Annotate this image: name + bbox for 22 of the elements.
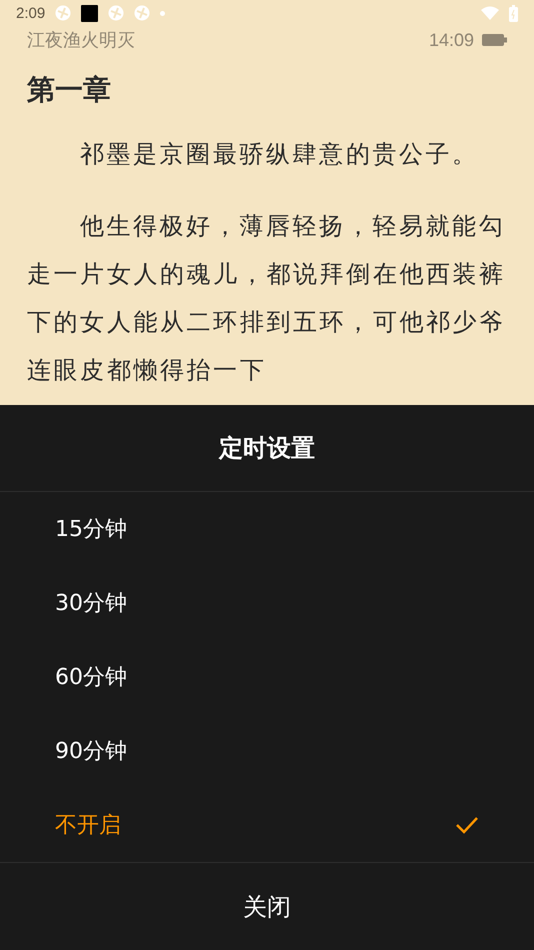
- timer-option[interactable]: 不开启: [0, 788, 534, 862]
- reader-clock: 14:09: [428, 30, 474, 50]
- timer-option[interactable]: 60分钟: [0, 640, 534, 714]
- book-title: 江夜渔火明灭: [27, 29, 136, 52]
- paragraph: 祁墨是京圈最骄纵肆意的贵公子。: [78, 139, 480, 170]
- status-time: 2:09: [16, 4, 46, 22]
- dot-icon: [160, 10, 166, 16]
- notification-icon: [108, 5, 124, 21]
- notification-icon: [55, 5, 72, 21]
- check-icon: [455, 816, 479, 834]
- battery-icon: [509, 4, 518, 22]
- battery-icon: [482, 34, 507, 46]
- chapter-title: 第一章: [27, 72, 112, 108]
- sheet-title: 定时设置: [0, 405, 534, 492]
- timer-option[interactable]: 15分钟: [0, 492, 534, 566]
- timer-option[interactable]: 30分钟: [0, 566, 534, 640]
- notification-icon: [134, 5, 150, 21]
- timer-option[interactable]: 90分钟: [0, 714, 534, 788]
- paragraph: 他生得极好，薄唇轻扬，轻易就能勾走一片女人的魂儿，都说拜倒在他西装裤下的女人能从二环排到五环，可他祁少爷连眼皮都懒得抬一下: [27, 211, 507, 386]
- close-button[interactable]: 关闭: [0, 863, 534, 950]
- wifi-icon: [481, 6, 499, 20]
- app-icon: [81, 4, 98, 22]
